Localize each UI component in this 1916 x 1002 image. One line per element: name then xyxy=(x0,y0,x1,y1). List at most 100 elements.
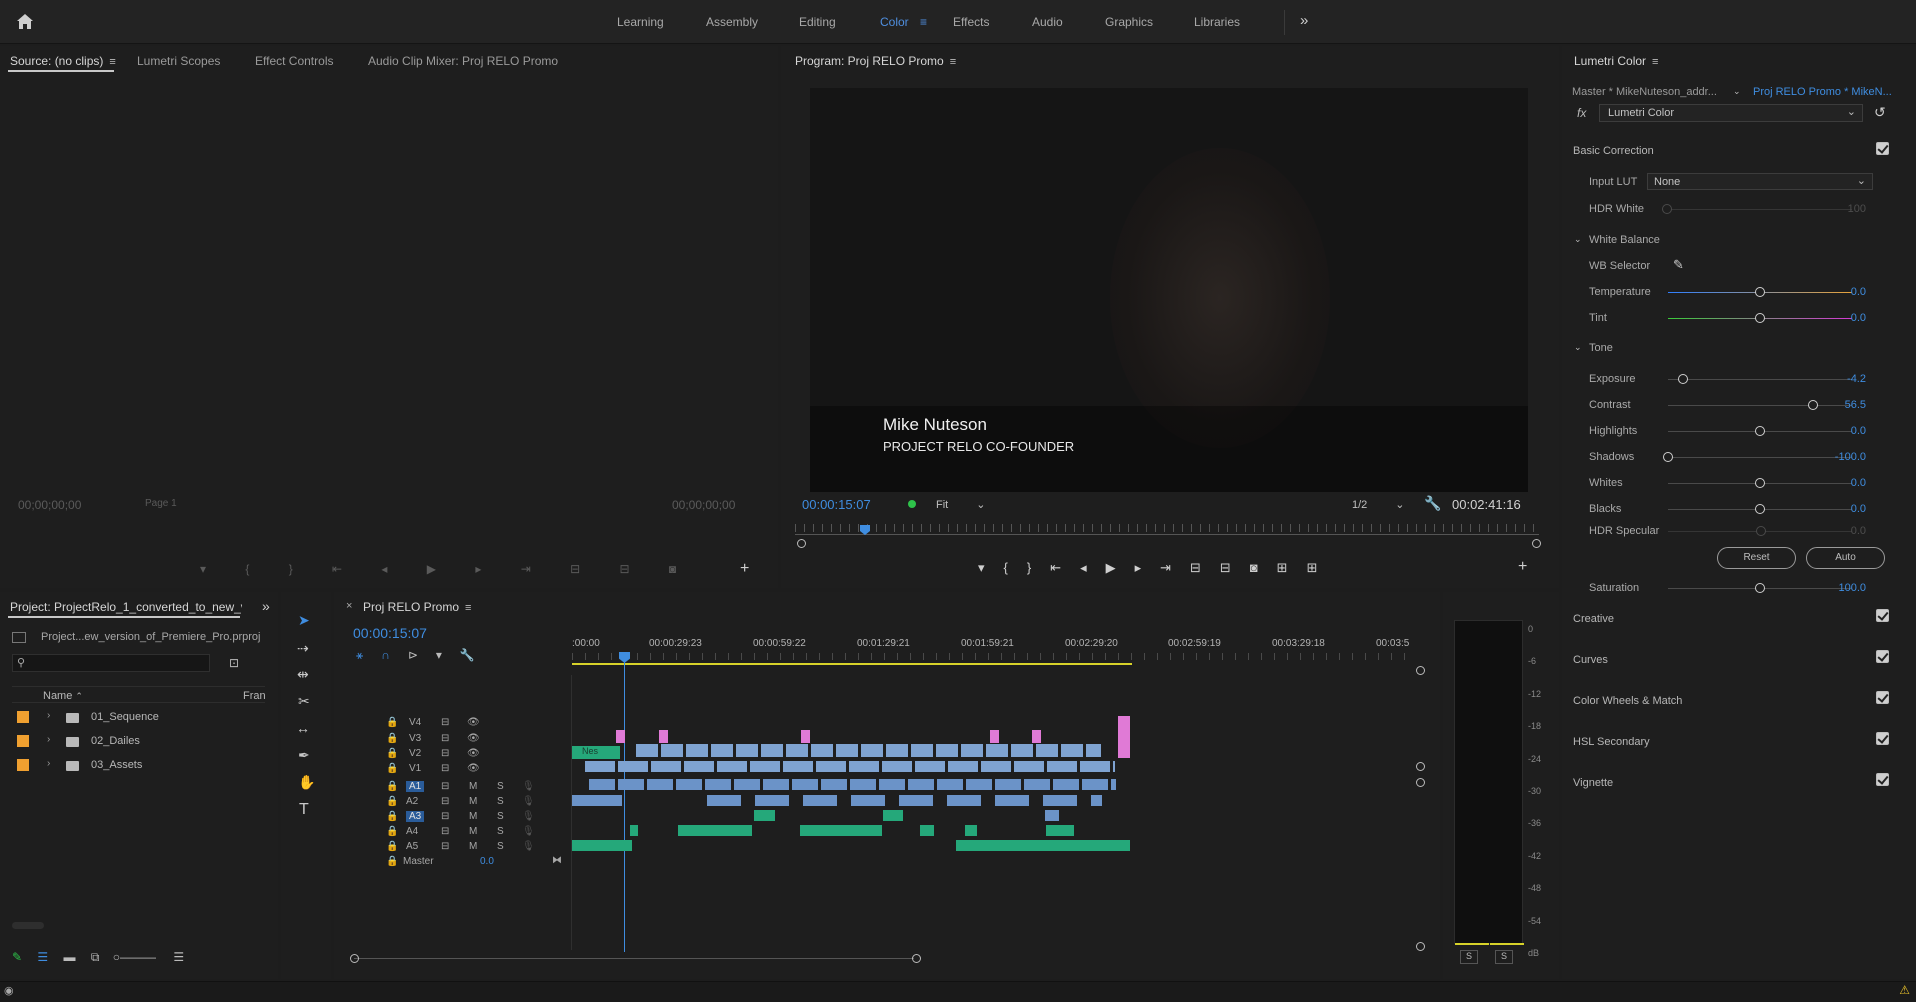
solo-button[interactable]: S xyxy=(497,841,504,852)
toggle-sync-icon[interactable]: ⊟ xyxy=(441,763,449,774)
lock-icon[interactable]: 🔒 xyxy=(386,856,398,867)
graphic-clip[interactable] xyxy=(1032,730,1041,743)
slider-value[interactable]: 0.0 xyxy=(1826,312,1866,324)
workspace-menu-icon[interactable]: ≡ xyxy=(920,15,927,29)
lock-icon[interactable]: 🔒 xyxy=(386,811,398,822)
section-color-wheels[interactable]: Color Wheels & Match xyxy=(1573,695,1682,707)
ws-tab-learning[interactable]: Learning xyxy=(617,15,664,29)
eye-icon[interactable]: 👁 xyxy=(467,733,480,744)
bin-item[interactable]: 01_Sequence xyxy=(91,711,159,723)
ws-tab-editing[interactable]: Editing xyxy=(799,15,836,29)
reset-button[interactable]: Reset xyxy=(1717,547,1796,569)
track-name[interactable]: A2 xyxy=(406,796,418,807)
slider-knob[interactable] xyxy=(1677,374,1688,384)
graphic-clip[interactable] xyxy=(801,730,810,743)
v2-clips[interactable] xyxy=(636,744,1101,757)
more-panels-icon[interactable]: » xyxy=(262,598,270,614)
bin-item[interactable]: 03_Assets xyxy=(91,759,142,771)
track-name[interactable]: V1 xyxy=(409,763,421,774)
lock-icon[interactable]: 🔒 xyxy=(386,841,398,852)
a4-clip[interactable] xyxy=(1046,825,1074,836)
mute-button[interactable]: M xyxy=(469,781,477,792)
basic-correction-checkbox[interactable] xyxy=(1876,142,1889,155)
solo-button[interactable]: S xyxy=(497,796,504,807)
slider-value[interactable]: 56.5 xyxy=(1826,399,1866,411)
mic-icon[interactable]: 🎙 xyxy=(522,811,535,822)
a4-clip[interactable] xyxy=(630,825,638,836)
ws-tab-assembly[interactable]: Assembly xyxy=(706,15,758,29)
lock-icon[interactable]: 🔒 xyxy=(386,781,398,792)
new-bin-icon[interactable]: ⊡ xyxy=(229,656,239,670)
timeline-hzoom-left[interactable] xyxy=(350,954,359,963)
render-status-icon[interactable]: ◉ xyxy=(4,984,14,997)
timeline-toolbar[interactable]: ⚹ ∩ ⊳ ▾ 🔧 xyxy=(356,648,475,663)
zoom-handle-left[interactable] xyxy=(797,539,806,548)
chevron-down-icon[interactable]: ⌄ xyxy=(1733,86,1741,97)
timeline-hscroll[interactable] xyxy=(354,958,914,959)
slider-value[interactable]: 0.0 xyxy=(1826,503,1866,515)
more-workspaces-icon[interactable]: » xyxy=(1300,12,1308,29)
track-select-tool-icon[interactable]: ⇢ xyxy=(297,640,309,657)
solo-left-button[interactable]: S xyxy=(1460,950,1478,964)
white-balance-header[interactable]: White Balance xyxy=(1589,234,1660,246)
tone-header[interactable]: Tone xyxy=(1589,342,1613,354)
mute-button[interactable]: M xyxy=(469,841,477,852)
program-video-frame[interactable]: Mike Nuteson PROJECT RELO CO-FOUNDER xyxy=(810,88,1528,492)
resolution-dropdown[interactable]: 1/2 ⌄ xyxy=(1352,498,1405,511)
timeline-vzoom-bottom[interactable] xyxy=(1416,942,1425,951)
wrench-icon[interactable]: 🔧 xyxy=(1424,495,1441,512)
slider-value[interactable]: -4.2 xyxy=(1826,373,1866,385)
ripple-edit-tool-icon[interactable]: ⇹ xyxy=(297,666,309,683)
slider-track[interactable] xyxy=(1668,405,1852,406)
slider-value[interactable]: 100.0 xyxy=(1826,582,1866,594)
lock-icon[interactable]: 🔒 xyxy=(386,826,398,837)
project-search-input[interactable]: ⚲ xyxy=(12,654,210,672)
track-name[interactable]: A5 xyxy=(406,841,418,852)
curves-checkbox[interactable] xyxy=(1876,650,1889,663)
auto-button[interactable]: Auto xyxy=(1806,547,1885,569)
a2-clips[interactable] xyxy=(707,795,1102,806)
label-color-swatch[interactable] xyxy=(17,711,29,723)
a3-clip[interactable] xyxy=(754,810,775,821)
program-panel-title[interactable]: Program: Proj RELO Promo ≡ xyxy=(795,54,956,68)
graphic-clip[interactable] xyxy=(990,730,999,743)
work-area-bar[interactable] xyxy=(572,663,1132,665)
mic-icon[interactable]: 🎙 xyxy=(522,841,535,852)
track-name[interactable]: V4 xyxy=(409,717,421,728)
project-scrollbar[interactable] xyxy=(12,922,44,929)
source-add-button-icon[interactable]: + xyxy=(740,560,749,578)
a1-clips[interactable] xyxy=(589,779,1116,790)
a4-clip[interactable] xyxy=(920,825,934,836)
chevron-right-icon[interactable]: › xyxy=(47,758,50,769)
type-tool-icon[interactable]: T xyxy=(299,801,309,819)
razor-tool-icon[interactable]: ✂ xyxy=(298,693,310,710)
slider-track[interactable] xyxy=(1668,457,1852,458)
toggle-sync-icon[interactable]: ⊟ xyxy=(441,748,449,759)
track-name[interactable]: V3 xyxy=(409,733,421,744)
project-footer-tools[interactable]: ✎ ☰ ▬ ⧉ ○——— ☰ xyxy=(12,950,184,965)
slider-knob[interactable] xyxy=(1663,452,1673,462)
slip-tool-icon[interactable]: ↔ xyxy=(296,720,310,736)
toggle-sync-icon[interactable]: ⊟ xyxy=(441,781,449,792)
project-panel-title[interactable]: Project: ProjectRelo_1_converted_to_new_… xyxy=(10,600,242,614)
slider-value[interactable]: -100.0 xyxy=(1826,451,1866,463)
hand-tool-icon[interactable]: ✋ xyxy=(298,774,315,791)
section-creative[interactable]: Creative xyxy=(1573,613,1614,625)
a3-clip[interactable] xyxy=(883,810,903,821)
track-name[interactable]: A3 xyxy=(406,811,425,822)
slider-knob[interactable] xyxy=(1755,426,1765,436)
slider-value[interactable]: 0.0 xyxy=(1826,425,1866,437)
timeline-hzoom-right[interactable] xyxy=(912,954,921,963)
lumetri-panel-title[interactable]: Lumetri Color ≡ xyxy=(1574,54,1658,68)
mute-button[interactable]: M xyxy=(469,811,477,822)
a5-clip[interactable] xyxy=(572,840,632,851)
lock-icon[interactable]: 🔒 xyxy=(386,763,398,774)
graphic-clip[interactable] xyxy=(616,730,625,743)
column-frame-header[interactable]: Fran xyxy=(243,690,266,702)
section-hsl-secondary[interactable]: HSL Secondary xyxy=(1573,736,1650,748)
a4-clip[interactable] xyxy=(965,825,977,836)
slider-knob[interactable] xyxy=(1755,313,1765,323)
warning-icon[interactable]: ⚠ xyxy=(1899,983,1910,997)
ws-tab-graphics[interactable]: Graphics xyxy=(1105,15,1153,29)
zoom-handle-right[interactable] xyxy=(1532,539,1541,548)
